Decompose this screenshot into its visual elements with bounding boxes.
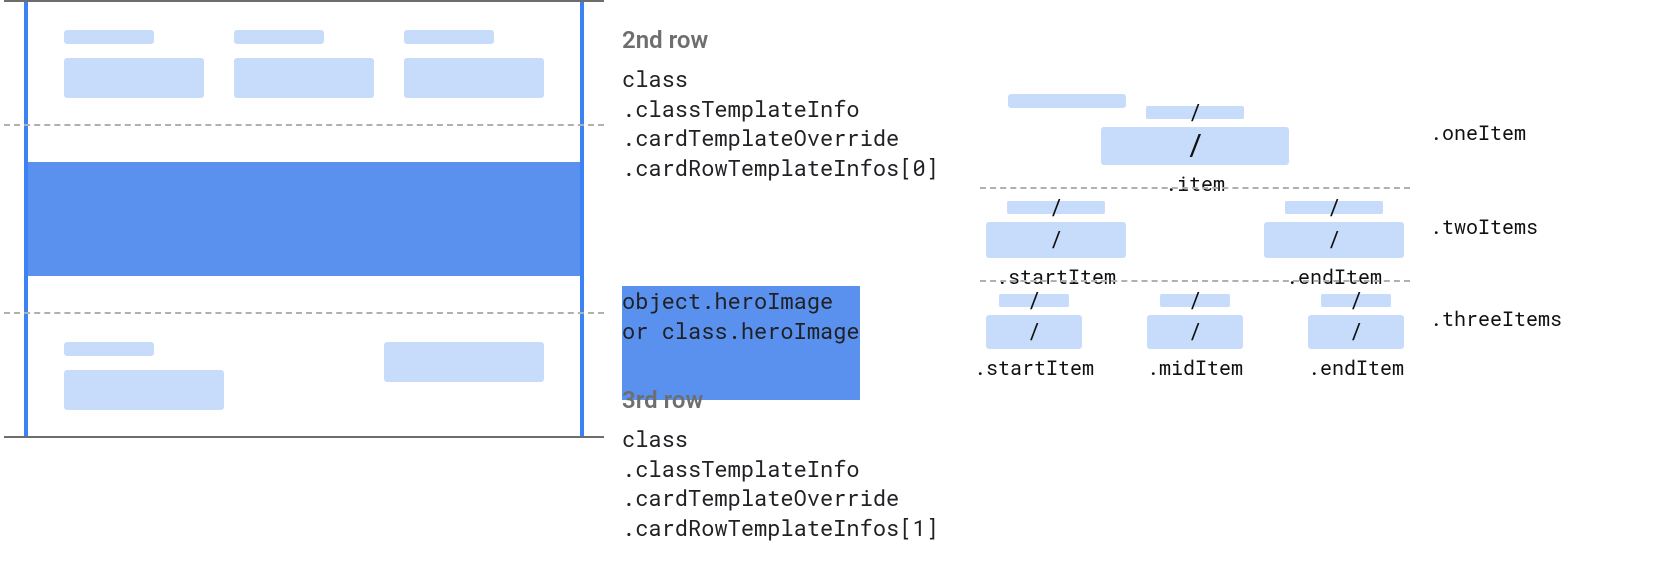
card-template-diagram [24,0,584,438]
one-item: / / .item [1101,106,1289,165]
slash-icon: / [1049,196,1062,218]
placeholder-bar: / [986,222,1126,258]
three-mid-item: / / .midItem [1147,294,1243,349]
one-item-label: .oneItem [1430,120,1526,146]
slash-icon: / [1349,289,1362,311]
placeholder-bar: / [1101,127,1289,165]
card-row-3 [28,314,580,436]
annotation-hero-line: object.heroImage [622,286,860,316]
annotation-hero-line: or class.heroImage [622,316,860,346]
card-row2-col3 [404,30,544,98]
annotation-row3-line: .cardTemplateOverride [622,483,939,513]
placeholder-bar: / [1321,294,1391,307]
slash-icon: / [1188,320,1201,342]
slash-icon: / [1327,196,1340,218]
two-items-label: .twoItems [1430,214,1538,240]
three-start-caption: .startItem [974,355,1094,381]
slash-icon: / [1049,228,1062,250]
card-row3-col-end [404,342,544,410]
annotation-row3-line: .cardRowTemplateInfos[1] [622,513,939,543]
placeholder-bar [404,30,494,44]
slash-icon: / [1349,320,1362,342]
two-start-item: / / .startItem [986,201,1126,258]
annotation-row3-heading: 3rd row [622,386,939,414]
card-bottom-border [4,436,604,438]
annotation-row2-line: class [622,64,939,94]
card-row3-gap [234,342,374,410]
annotation-row3: 3rd row class .classTemplateInfo .cardTe… [622,386,939,543]
slash-icon: / [1188,289,1201,311]
card-row2-col1 [64,30,204,98]
placeholder-bar: / [1146,106,1244,119]
three-end-item: / / .endItem [1308,294,1404,349]
three-start-item: / / .startItem [986,294,1082,349]
slash-icon: / [1188,101,1201,123]
placeholder-bar [64,370,224,410]
annotation-row3-line: .classTemplateInfo [622,454,939,484]
placeholder-bar [234,30,324,44]
card-row2-col2 [234,30,374,98]
annotation-row2-line: .classTemplateInfo [622,94,939,124]
placeholder-bar [64,30,154,44]
placeholder-bar: / [1264,222,1404,258]
annotation-row2-heading: 2nd row [622,26,939,54]
card-row3-col-start [64,342,204,410]
placeholder-bar [384,342,544,382]
placeholder-bar: / [986,315,1082,349]
card-row-2 [28,2,580,124]
slash-icon: / [1027,320,1040,342]
annotation-row2: 2nd row class .classTemplateInfo .cardTe… [622,26,939,183]
placeholder-bar [64,58,204,98]
tier-three-items: / / .startItem / / .midItem / / .endItem… [980,280,1410,371]
placeholder-bar [234,58,374,98]
tier-one-item: / / .item .oneItem [980,94,1410,187]
slash-icon: / [1186,130,1204,160]
slash-icon: / [1027,289,1040,311]
tier-two-items: / / .startItem / / .endItem .twoItems [980,187,1410,280]
placeholder-bar [64,342,154,356]
annotation-hero: object.heroImage or class.heroImage [622,286,860,400]
dashed-divider [4,124,604,126]
placeholder-bar: / [1285,201,1383,214]
annotation-row2-line: .cardRowTemplateInfos[0] [622,153,939,183]
three-items-label: .threeItems [1430,306,1562,332]
placeholder-bar: / [1147,315,1243,349]
two-end-item: / / .endItem [1264,201,1404,258]
three-end-caption: .endItem [1308,355,1404,381]
card-hero-image [28,162,580,276]
placeholder-bar: / [999,294,1069,307]
three-mid-caption: .midItem [1147,355,1243,381]
annotation-row3-line: class [622,424,939,454]
placeholder-bar: / [1007,201,1105,214]
annotation-row2-line: .cardTemplateOverride [622,123,939,153]
placeholder-bar: / [1160,294,1230,307]
placeholder-bar: / [1308,315,1404,349]
item-layout-diagram: / / .item .oneItem / / .startItem / / .e… [980,94,1410,371]
slash-icon: / [1327,228,1340,250]
placeholder-bar [404,58,544,98]
